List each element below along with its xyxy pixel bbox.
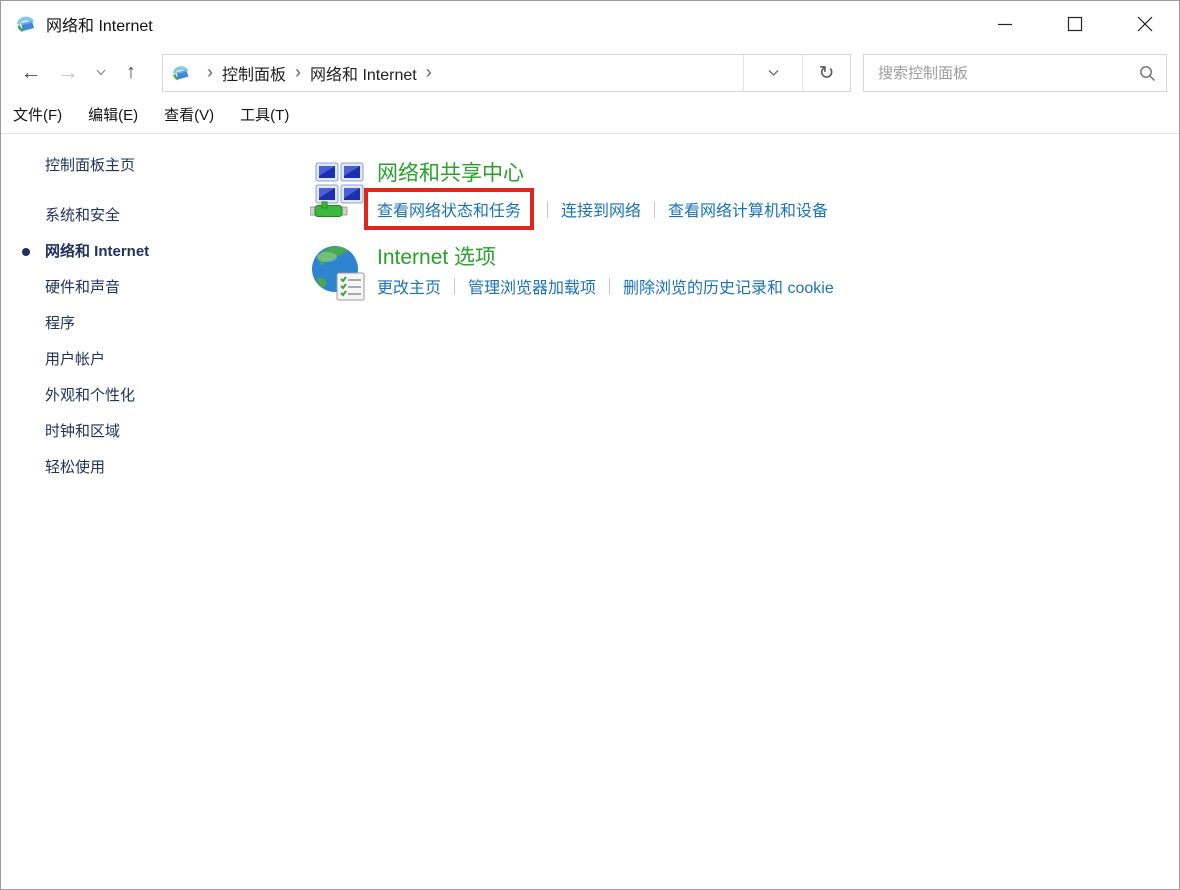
annotation-highlight-box: 查看网络状态和任务: [364, 188, 534, 230]
minimize-button[interactable]: [970, 0, 1040, 48]
search-box[interactable]: [863, 54, 1167, 92]
menu-view[interactable]: 查看(V): [164, 104, 214, 125]
breadcrumb-control-panel[interactable]: 控制面板: [222, 61, 286, 85]
link-separator: [547, 201, 548, 218]
link-view-network-computers[interactable]: 查看网络计算机和设备: [668, 197, 828, 221]
breadcrumb-chevron-icon[interactable]: ›: [295, 63, 301, 81]
sidebar-item-home[interactable]: 控制面板主页: [0, 148, 300, 184]
selected-bullet-icon: [22, 248, 30, 256]
link-separator: [609, 278, 610, 295]
maximize-button[interactable]: [1040, 0, 1110, 48]
breadcrumb-network-internet[interactable]: 网络和 Internet: [310, 61, 417, 85]
internet-options-icon[interactable]: [310, 244, 368, 302]
section-network-sharing-center: 网络和共享中心 查看网络状态和任务 连接到网络 查看网络计算机和设备: [310, 160, 1180, 230]
forward-button[interactable]: →: [48, 62, 88, 83]
refresh-button[interactable]: ↻: [802, 55, 850, 91]
close-icon: [1137, 16, 1153, 32]
window-title: 网络和 Internet: [46, 12, 153, 36]
main-panel: 网络和共享中心 查看网络状态和任务 连接到网络 查看网络计算机和设备: [300, 134, 1180, 890]
sidebar-item-ease-of-access[interactable]: 轻松使用: [0, 450, 300, 486]
sidebar-item-programs[interactable]: 程序: [0, 306, 300, 342]
sidebar-item-hardware-sound[interactable]: 硬件和声音: [0, 270, 300, 306]
menu-file[interactable]: 文件(F): [13, 104, 62, 125]
breadcrumb-chevron-icon[interactable]: ›: [207, 63, 213, 81]
minimize-icon: [997, 16, 1013, 32]
menu-tools[interactable]: 工具(T): [240, 104, 289, 125]
close-button[interactable]: [1110, 0, 1180, 48]
address-bar[interactable]: › 控制面板 › 网络和 Internet › ↻: [162, 54, 851, 92]
section-internet-options: Internet 选项 更改主页 管理浏览器加载项 删除浏览的历史记录和 coo…: [310, 244, 1180, 302]
search-input[interactable]: [876, 64, 1139, 83]
title-bar: 网络和 Internet: [0, 0, 1180, 48]
search-icon[interactable]: [1139, 65, 1156, 82]
sidebar: 控制面板主页 系统和安全 网络和 Internet 硬件和声音 程序 用户帐户 …: [0, 134, 300, 890]
section-title-network-sharing[interactable]: 网络和共享中心: [377, 160, 828, 188]
sidebar-item-user-accounts[interactable]: 用户帐户: [0, 342, 300, 378]
chevron-down-icon: [768, 69, 779, 77]
breadcrumb-chevron-icon[interactable]: ›: [426, 63, 432, 81]
recent-pages-dropdown[interactable]: [88, 69, 114, 76]
sidebar-item-clock-region[interactable]: 时钟和区域: [0, 414, 300, 450]
menu-bar: 文件(F) 编辑(E) 查看(V) 工具(T): [0, 96, 1180, 134]
link-change-homepage[interactable]: 更改主页: [377, 274, 441, 298]
navigation-bar: ← → ↑ › 控制面板 › 网络和 Internet › ↻: [0, 48, 1180, 96]
link-delete-history-cookies[interactable]: 删除浏览的历史记录和 cookie: [623, 274, 834, 298]
menu-edit[interactable]: 编辑(E): [88, 104, 138, 125]
link-connect-to-network[interactable]: 连接到网络: [561, 197, 641, 221]
sidebar-item-label: 网络和 Internet: [45, 243, 149, 260]
link-manage-addons[interactable]: 管理浏览器加载项: [468, 274, 596, 298]
back-button[interactable]: ←: [14, 62, 48, 83]
control-panel-icon: [170, 62, 192, 84]
sidebar-item-appearance[interactable]: 外观和个性化: [0, 378, 300, 414]
link-view-network-status[interactable]: 查看网络状态和任务: [377, 203, 521, 220]
up-button[interactable]: ↑: [114, 62, 148, 82]
link-separator: [654, 201, 655, 218]
sidebar-item-network-internet[interactable]: 网络和 Internet: [0, 234, 300, 270]
section-title-internet-options[interactable]: Internet 选项: [377, 244, 834, 272]
control-panel-icon: [14, 12, 38, 36]
address-dropdown-button[interactable]: [743, 55, 802, 91]
link-separator: [454, 278, 455, 295]
sidebar-item-system-security[interactable]: 系统和安全: [0, 198, 300, 234]
chevron-down-icon: [96, 69, 106, 76]
maximize-icon: [1067, 16, 1083, 32]
network-computers-icon[interactable]: [310, 160, 368, 218]
